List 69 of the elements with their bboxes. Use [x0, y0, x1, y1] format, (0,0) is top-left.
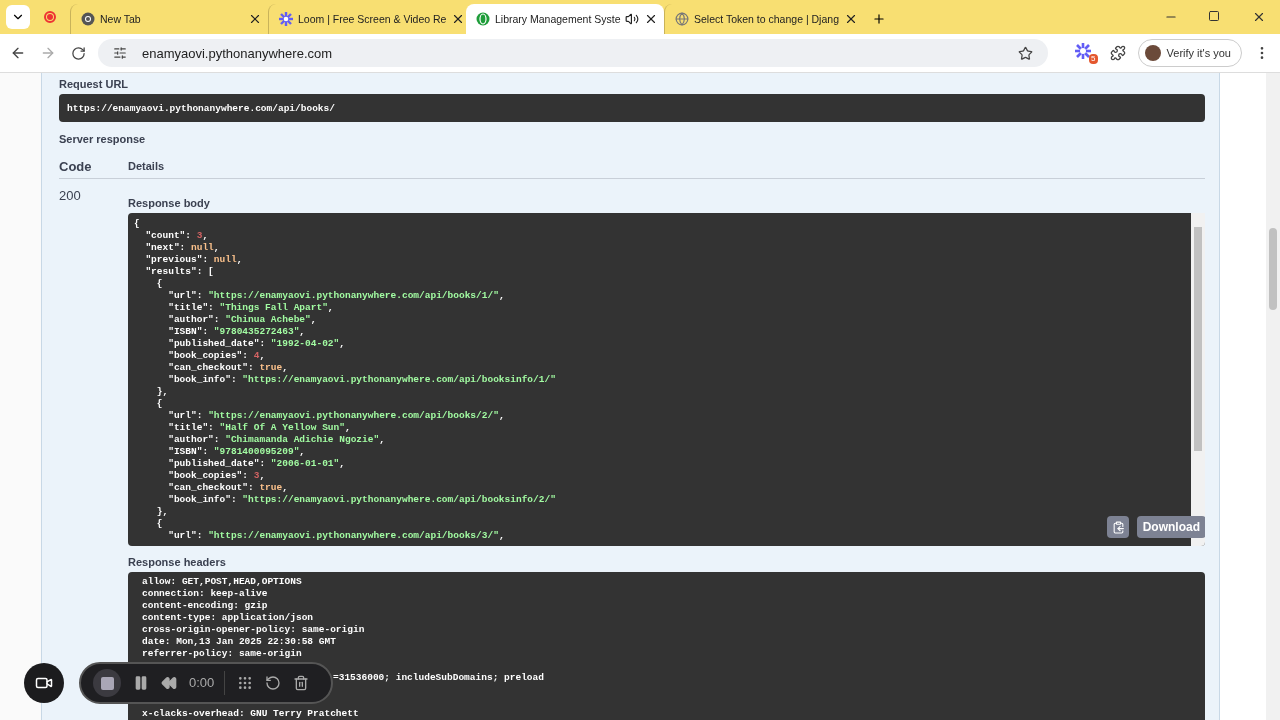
code-line: },	[155, 506, 169, 518]
code-line: "url": "https://enamyaovi.pythonanywhere.com/api/books/2/",	[167, 410, 505, 422]
code-line: {	[155, 518, 163, 530]
header-line: connection: keep-alive	[142, 588, 268, 599]
code-line: "ISBN": "9781400095209",	[167, 446, 306, 458]
profile-button[interactable]: Verify it's you	[1137, 39, 1242, 67]
request-url: https://enamyaovi.pythonanywhere.com/api/books/	[59, 94, 1205, 122]
header-line: allow: GET,POST,HEAD,OPTIONS	[142, 576, 302, 587]
pause-icon[interactable]	[133, 675, 149, 691]
header-line: content-type: application/json	[142, 612, 314, 623]
rewind-icon[interactable]	[161, 675, 177, 691]
globe-icon	[675, 12, 689, 26]
starburst-icon	[279, 12, 293, 26]
close-icon[interactable]	[1252, 10, 1266, 24]
header-line: cross-origin-opener-policy: same-origin	[142, 624, 365, 635]
column-header: Details	[128, 160, 165, 172]
code-line: "url": "https://enamyaovi.pythonanywhere.com/api/books/3/",	[167, 530, 505, 542]
code-line: {	[155, 278, 163, 290]
code-line: {	[134, 218, 140, 230]
code-line: "previous": null,	[144, 254, 243, 266]
code-line: "results": [	[144, 266, 214, 278]
header-line: date: Mon,13 Jan 2025 22:30:58 GMT	[142, 636, 336, 647]
tab-list-button[interactable]	[6, 5, 30, 29]
code-line: "book_info": "https://enamyaovi.pythonanywhere.com/api/booksinfo/1/"	[167, 374, 556, 386]
column-header: Code	[59, 158, 93, 174]
download-button[interactable]: Download	[1136, 516, 1205, 538]
code-line: "published_date": "2006-01-01",	[167, 458, 345, 470]
copy-button[interactable]	[1107, 516, 1129, 538]
code-line: "title": "Things Fall Apart",	[167, 302, 334, 314]
new-tab-icon[interactable]	[872, 11, 886, 25]
code-line: "ISBN": "9780435272463",	[167, 326, 306, 338]
code-line: "can_checkout": true,	[167, 362, 288, 374]
code-line: "next": null,	[144, 242, 220, 254]
stop-button[interactable]	[93, 669, 121, 697]
header-line: referrer-policy: same-origin	[142, 648, 302, 659]
recording-time: 0:00	[189, 671, 226, 695]
code-line: "can_checkout": true,	[167, 482, 288, 494]
recording-icon	[44, 11, 56, 23]
code-line: "published_date": "1992-04-02",	[167, 338, 345, 350]
close-icon[interactable]	[248, 12, 262, 26]
server-response-label: Server response	[59, 132, 147, 146]
status-code: 200	[59, 187, 82, 203]
response-headers-label: Response headers	[128, 555, 227, 569]
header-line: x-clacks-overhead: GNU Terry Pratchett	[142, 708, 359, 719]
chrome-icon	[81, 12, 95, 26]
code-line: "book_copies": 4,	[167, 350, 266, 362]
grid-icon[interactable]	[237, 675, 254, 691]
maximize-icon[interactable]	[1208, 10, 1222, 24]
code-line: "author": "Chinua Achebe",	[167, 314, 317, 326]
code-line: "book_copies": 3,	[167, 470, 266, 482]
code-line: "title": "Half Of A Yellow Sun",	[167, 422, 351, 434]
site-icon	[476, 12, 490, 26]
clipboard-icon	[1111, 520, 1125, 534]
header-line: content-encoding: gzip	[142, 600, 268, 611]
page-scrollbar[interactable]	[1266, 73, 1280, 720]
request-url-label: Request URL	[59, 77, 130, 91]
code-line: {	[155, 398, 163, 410]
code-line: "count": 3,	[144, 230, 209, 242]
trash-icon[interactable]	[293, 675, 310, 691]
address-bar[interactable]: enamyaovi.pythonanywhere.com	[98, 39, 1048, 67]
code-line: "url": "https://enamyaovi.pythonanywhere.com/api/books/1/",	[167, 290, 505, 302]
speaker-icon[interactable]	[625, 12, 640, 26]
code-line: "book_info": "https://enamyaovi.pythonanywhere.com/api/booksinfo/2/"	[167, 494, 556, 506]
restart-icon[interactable]	[265, 675, 282, 691]
code-line: "author": "Chimamanda Adichie Ngozie",	[167, 434, 385, 446]
code-line: },	[155, 386, 169, 398]
response-body-label: Response body	[128, 196, 211, 210]
browser-tab[interactable]: Library Management Syste	[466, 4, 664, 34]
header-line: =31536000; includeSubDomains; preload	[333, 672, 544, 683]
